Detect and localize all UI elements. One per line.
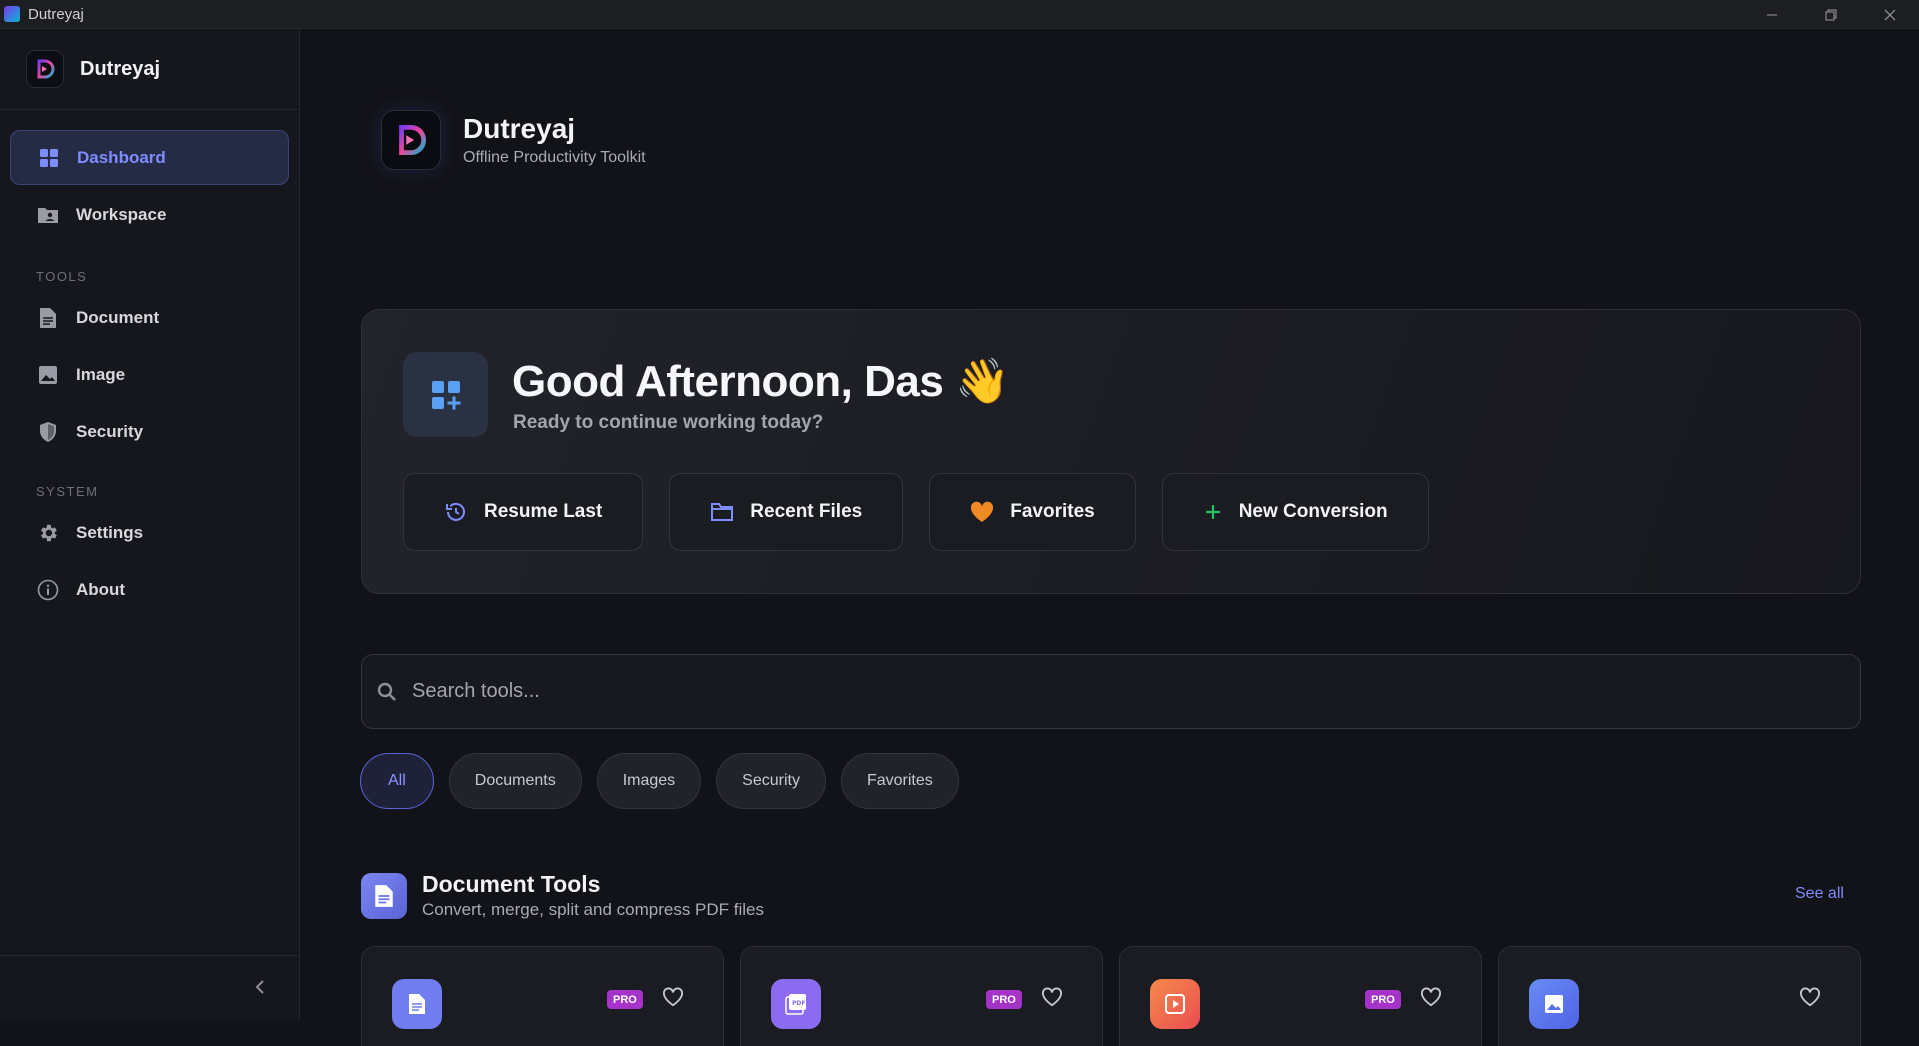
svg-text:PDF: PDF [792,1000,805,1007]
document-icon [361,872,407,919]
tool-card[interactable]: PDF PRO [740,946,1103,1046]
image-icon [1529,979,1579,1029]
heart-icon [970,501,994,523]
search-icon [376,681,398,703]
app-icon [4,6,20,22]
sidebar-item-label: Workspace [76,204,167,224]
heart-outline-icon [1799,987,1821,1007]
greeting-text: Good Afternoon, Das 👋 [512,357,1010,406]
tool-card[interactable] [1498,946,1861,1046]
section-label-tools: TOOLS [36,268,88,284]
favorite-toggle[interactable] [662,987,684,1007]
quick-actions: Resume Last Recent Files Favorites New C… [403,473,1429,551]
filter-chips: All Documents Images Security Favorites [360,753,959,809]
sidebar-item-dashboard[interactable]: Dashboard [10,130,289,185]
favorites-button[interactable]: Favorites [929,473,1136,551]
image-icon [37,364,59,386]
recent-files-button[interactable]: Recent Files [669,473,904,551]
search-input[interactable] [412,680,1812,703]
tool-card[interactable]: PRO [1119,946,1482,1046]
tool-cards: PRO PDF PRO PRO [361,946,1861,1046]
gear-icon [37,522,59,544]
sidebar-item-label: Document [76,307,160,327]
sidebar-brand-name: Dutreyaj [80,57,161,80]
info-icon [37,579,59,601]
sidebar-footer [0,955,300,1021]
close-button[interactable] [1860,0,1919,29]
favorite-toggle[interactable] [1420,987,1442,1007]
sidebar-item-settings[interactable]: Settings [10,505,289,560]
search-bar [361,654,1861,729]
filter-chip-images[interactable]: Images [596,753,702,809]
sidebar-item-label: Dashboard [77,147,166,167]
pdf-icon: PDF [771,979,821,1029]
sidebar-item-label: About [76,579,126,599]
welcome-card: Good Afternoon, Das 👋 Ready to continue … [361,309,1861,594]
restore-button[interactable] [1801,0,1860,29]
sidebar-item-label: Settings [76,522,144,542]
shield-icon [37,421,59,443]
page-subtitle: Offline Productivity Toolkit [463,149,646,166]
history-icon [444,500,468,524]
app-header: Dutreyaj Offline Productivity Toolkit [381,110,646,170]
tool-card[interactable]: PRO [361,946,724,1046]
main-content: Dutreyaj Offline Productivity Toolkit Go… [301,29,1919,1046]
action-label: Resume Last [484,501,603,522]
section-header-document-tools: Document Tools Convert, merge, split and… [361,871,764,920]
see-all-link[interactable]: See all [1795,885,1844,903]
close-icon [1884,9,1895,20]
sidebar-item-security[interactable]: Security [10,404,289,459]
restore-icon [1825,9,1836,20]
filter-chip-all[interactable]: All [360,753,434,809]
chevron-left-icon [255,980,264,994]
pro-badge: PRO [607,990,643,1009]
window-title: Dutreyaj [28,5,84,23]
collapse-sidebar-button[interactable] [253,976,267,1004]
minimize-icon [1766,14,1777,15]
sidebar: Dutreyaj Dashboard Workspace TOOLS Docum… [0,29,300,1021]
heart-outline-icon [662,987,684,1007]
plus-icon [1203,502,1223,522]
section-subtitle: Convert, merge, split and compress PDF f… [422,900,765,919]
greeting-subtitle: Ready to continue working today? [513,412,824,433]
heart-outline-icon [1041,987,1063,1007]
sidebar-item-about[interactable]: About [10,562,289,617]
new-conversion-button[interactable]: New Conversion [1161,473,1429,551]
filter-chip-security[interactable]: Security [716,753,826,809]
heart-outline-icon [1420,987,1442,1007]
section-title: Document Tools [422,871,601,897]
pro-badge: PRO [1365,990,1401,1009]
title-bar: Dutreyaj [0,0,1919,29]
filter-chip-favorites[interactable]: Favorites [840,753,959,809]
sidebar-item-workspace[interactable]: Workspace [10,187,289,242]
document-icon [392,979,442,1029]
page-title: Dutreyaj [463,113,576,144]
app-logo-icon [381,110,441,170]
sidebar-item-image[interactable]: Image [10,347,289,402]
pro-badge: PRO [986,990,1022,1009]
folder-user-icon [37,204,59,226]
favorite-toggle[interactable] [1799,987,1821,1007]
play-icon [1150,979,1200,1029]
action-label: New Conversion [1238,501,1388,522]
favorite-toggle[interactable] [1041,987,1063,1007]
app-logo-icon [26,50,64,88]
filter-chip-documents[interactable]: Documents [448,753,582,809]
folder-icon [710,501,734,523]
grid-icon [38,147,60,169]
resume-last-button[interactable]: Resume Last [403,473,644,551]
sidebar-item-label: Security [76,421,144,441]
window-controls [1742,0,1919,29]
sidebar-item-document[interactable]: Document [10,290,289,345]
action-label: Recent Files [750,501,863,522]
sidebar-brand[interactable]: Dutreyaj [0,29,299,110]
section-label-system: SYSTEM [36,483,99,499]
sidebar-item-label: Image [76,364,126,384]
minimize-button[interactable] [1742,0,1801,29]
document-icon [37,307,59,329]
dashboard-add-icon [403,352,488,437]
action-label: Favorites [1010,501,1095,522]
